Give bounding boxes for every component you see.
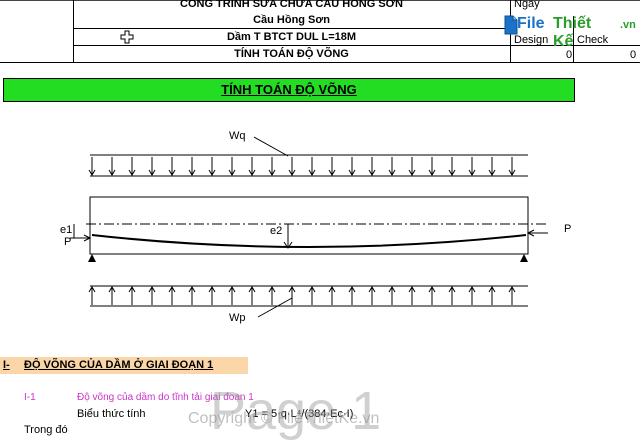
- header-row-line-2: [73, 45, 510, 46]
- subsection-number: I-1: [24, 392, 36, 403]
- p-right-label: P: [564, 223, 572, 235]
- copyright-watermark: Copyright © FileThietKe.vn: [188, 410, 380, 427]
- e1-label: e1: [60, 224, 73, 236]
- expression-label: Biểu thức tính: [77, 408, 146, 420]
- wp-load: [88, 285, 528, 318]
- section-banner: TÍNH TOÁN ĐỘ VÕNG: [3, 78, 575, 102]
- load-diagram: [70, 136, 548, 318]
- banner-title: TÍNH TOÁN ĐỘ VÕNG: [221, 82, 357, 97]
- wq-load: [88, 136, 528, 177]
- where-label: Trong đó: [24, 424, 68, 436]
- logo-vn-text: .vn: [620, 19, 636, 31]
- logo-file-text: File: [517, 15, 545, 32]
- project-title: CÔNG TRÌNH SỬA CHỮA CẦU HỒNG SƠN: [180, 0, 403, 10]
- logo-thietke-text: Thiết Kế: [553, 15, 592, 50]
- calc-title: TÍNH TOÁN ĐỘ VÕNG: [234, 48, 349, 60]
- wp-label: Wp: [229, 312, 246, 324]
- e2-label: e2: [270, 225, 283, 237]
- header-bottom-border: [0, 62, 640, 63]
- check-value: 0: [630, 49, 637, 61]
- cross-cursor-icon: [120, 30, 134, 44]
- date-label: Ngày: [514, 0, 540, 10]
- wq-label: Wq: [229, 130, 246, 142]
- beam-name: Dầm T BTCT DUL L=18M: [226, 31, 357, 43]
- site-logo: File Thiết Kế .vn: [503, 14, 636, 50]
- section-number: I-: [3, 359, 10, 371]
- left-support-icon: [88, 254, 96, 262]
- beam: [70, 196, 548, 262]
- p-left-label: P: [64, 236, 72, 248]
- right-support-icon: [520, 254, 528, 262]
- section-title: ĐỘ VÕNG CỦA DẦM Ở GIAI ĐOẠN 1: [24, 359, 214, 371]
- bridge-name: Cầu Hồng Sơn: [253, 14, 330, 26]
- header-row-line-1: [73, 28, 510, 29]
